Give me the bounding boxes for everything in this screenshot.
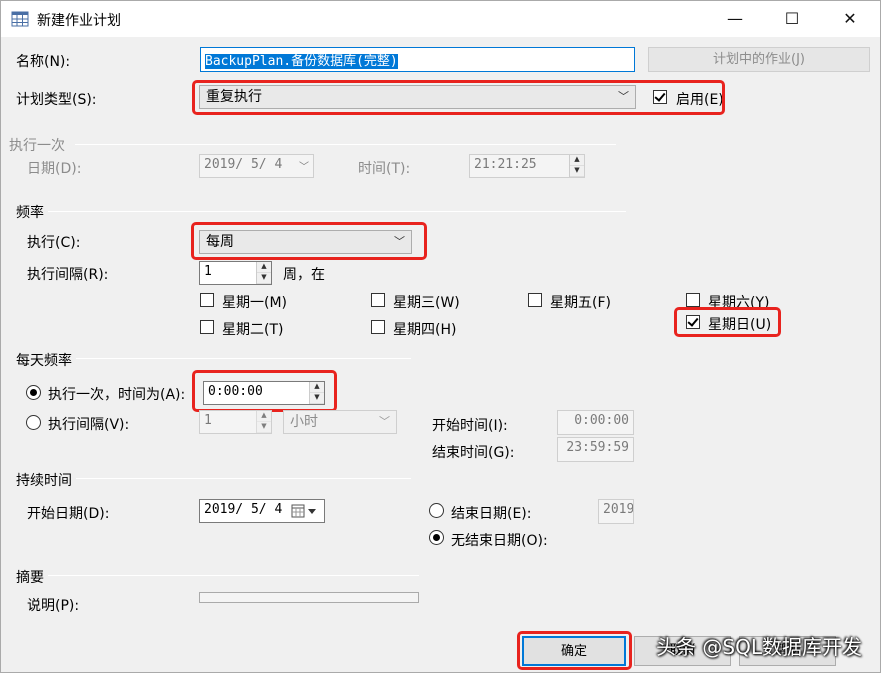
occurs-label: 执行(C): bbox=[27, 235, 81, 251]
no-end-date-radio[interactable] bbox=[429, 530, 444, 545]
thursday-label: 星期四(H) bbox=[393, 322, 457, 338]
daily-frequency-group-title: 每天频率 bbox=[16, 353, 72, 369]
monday-label: 星期一(M) bbox=[222, 295, 288, 311]
description-field bbox=[199, 592, 419, 603]
recurs-every-label: 执行间隔(R): bbox=[27, 267, 109, 283]
saturday-checkbox[interactable] bbox=[686, 293, 700, 307]
once-date-value: 2019/ 5/ 4 bbox=[204, 157, 283, 172]
no-end-date-label: 无结束日期(O): bbox=[451, 533, 548, 549]
occurs-every-value: 1 bbox=[204, 413, 212, 428]
up-arrow-icon[interactable]: ▲ bbox=[570, 155, 584, 166]
up-arrow-icon[interactable]: ▲ bbox=[257, 262, 271, 273]
start-date-label: 开始日期(D): bbox=[27, 506, 110, 522]
frequency-group-divider bbox=[48, 211, 626, 212]
occurs-every-spinner[interactable]: ▲ ▼ bbox=[256, 411, 271, 433]
friday-checkbox[interactable] bbox=[528, 293, 542, 307]
once-time-value: 21:21:25 bbox=[474, 157, 537, 172]
monday-checkbox[interactable] bbox=[200, 293, 214, 307]
occurs-every-unit-value: 小时 bbox=[290, 414, 318, 430]
end-time-input[interactable]: 23:59:59 bbox=[557, 437, 634, 462]
schedule-grid-icon bbox=[11, 11, 29, 27]
start-time-input[interactable]: 0:00:00 bbox=[557, 410, 634, 435]
thursday-checkbox[interactable] bbox=[371, 320, 385, 334]
name-input[interactable]: BackupPlan.备份数据库(完整) bbox=[200, 47, 635, 72]
once-date-picker[interactable]: 2019/ 5/ 4 ﹀ bbox=[199, 154, 314, 178]
once-time-label: 时间(T): bbox=[358, 161, 411, 177]
tuesday-checkbox[interactable] bbox=[200, 320, 214, 334]
end-date-value: 2019 bbox=[603, 502, 634, 517]
daily-frequency-group-divider bbox=[76, 358, 411, 359]
highlight-box-sunday bbox=[674, 307, 781, 337]
chevron-down-icon: ﹀ bbox=[379, 415, 390, 428]
one-time-group-divider bbox=[75, 144, 616, 145]
duration-group-title: 持续时间 bbox=[16, 473, 72, 489]
jobs-in-schedule-button[interactable]: 计划中的作业(J) bbox=[648, 47, 870, 72]
recurs-every-spinner[interactable]: ▲ ▼ bbox=[256, 262, 271, 284]
recurs-every-value: 1 bbox=[204, 264, 212, 279]
occurs-once-label: 执行一次，时间为(A): bbox=[48, 387, 186, 403]
down-arrow-icon[interactable]: ▼ bbox=[257, 422, 271, 433]
tuesday-label: 星期二(T) bbox=[222, 322, 284, 338]
recurs-unit-label: 周，在 bbox=[283, 267, 325, 283]
wednesday-checkbox[interactable] bbox=[371, 293, 385, 307]
summary-group-title: 摘要 bbox=[16, 570, 44, 586]
occurs-every-unit-select[interactable]: 小时 ﹀ bbox=[283, 410, 397, 434]
highlight-box-ok bbox=[517, 631, 632, 670]
title-bar: 新建作业计划 — ☐ ✕ bbox=[1, 1, 880, 37]
end-date-picker[interactable]: 2019 bbox=[598, 499, 634, 524]
minimize-button[interactable]: — bbox=[712, 1, 758, 37]
one-time-group-title: 执行一次 bbox=[9, 138, 65, 154]
maximize-button[interactable]: ☐ bbox=[769, 1, 815, 37]
close-button[interactable]: ✕ bbox=[827, 1, 873, 37]
down-arrow-icon[interactable]: ▼ bbox=[570, 166, 584, 177]
end-time-value: 23:59:59 bbox=[566, 440, 629, 455]
friday-label: 星期五(F) bbox=[550, 295, 611, 311]
occurs-every-label: 执行间隔(V): bbox=[48, 417, 130, 433]
occurs-once-radio[interactable] bbox=[26, 385, 41, 400]
description-label: 说明(P): bbox=[27, 598, 80, 614]
summary-group-divider bbox=[48, 575, 419, 576]
once-time-spinner[interactable]: ▲ ▼ bbox=[569, 155, 584, 177]
highlight-box-occurs bbox=[191, 222, 427, 260]
chevron-down-icon: ﹀ bbox=[299, 162, 309, 173]
window-title: 新建作业计划 bbox=[37, 13, 121, 29]
up-arrow-icon[interactable]: ▲ bbox=[257, 411, 271, 422]
once-date-label: 日期(D): bbox=[27, 161, 82, 177]
name-label: 名称(N): bbox=[16, 54, 71, 70]
frequency-group-title: 频率 bbox=[16, 205, 44, 221]
occurs-every-radio[interactable] bbox=[26, 415, 41, 430]
watermark-text: 头条 @SQL数据库开发 bbox=[656, 635, 862, 659]
start-date-value: 2019/ 5/ 4 bbox=[204, 502, 283, 517]
end-date-radio[interactable] bbox=[429, 503, 444, 518]
highlight-box-schedule-type bbox=[192, 80, 725, 115]
end-time-label: 结束时间(G): bbox=[432, 445, 515, 461]
name-value: BackupPlan.备份数据库(完整) bbox=[205, 54, 398, 69]
start-time-label: 开始时间(I): bbox=[432, 418, 508, 434]
end-date-label: 结束日期(E): bbox=[451, 506, 532, 522]
highlight-box-once-time bbox=[192, 370, 337, 412]
calendar-dropdown-icon[interactable] bbox=[291, 504, 321, 518]
start-time-value: 0:00:00 bbox=[574, 413, 629, 428]
schedule-type-label: 计划类型(S): bbox=[16, 92, 97, 108]
schedule-dialog: 新建作业计划 — ☐ ✕ 名称(N): BackupPlan.备份数据库(完整)… bbox=[0, 0, 881, 673]
once-time-input[interactable]: 21:21:25 bbox=[469, 154, 585, 178]
wednesday-label: 星期三(W) bbox=[393, 295, 460, 311]
duration-group-divider bbox=[76, 478, 411, 479]
down-arrow-icon[interactable]: ▼ bbox=[257, 273, 271, 284]
